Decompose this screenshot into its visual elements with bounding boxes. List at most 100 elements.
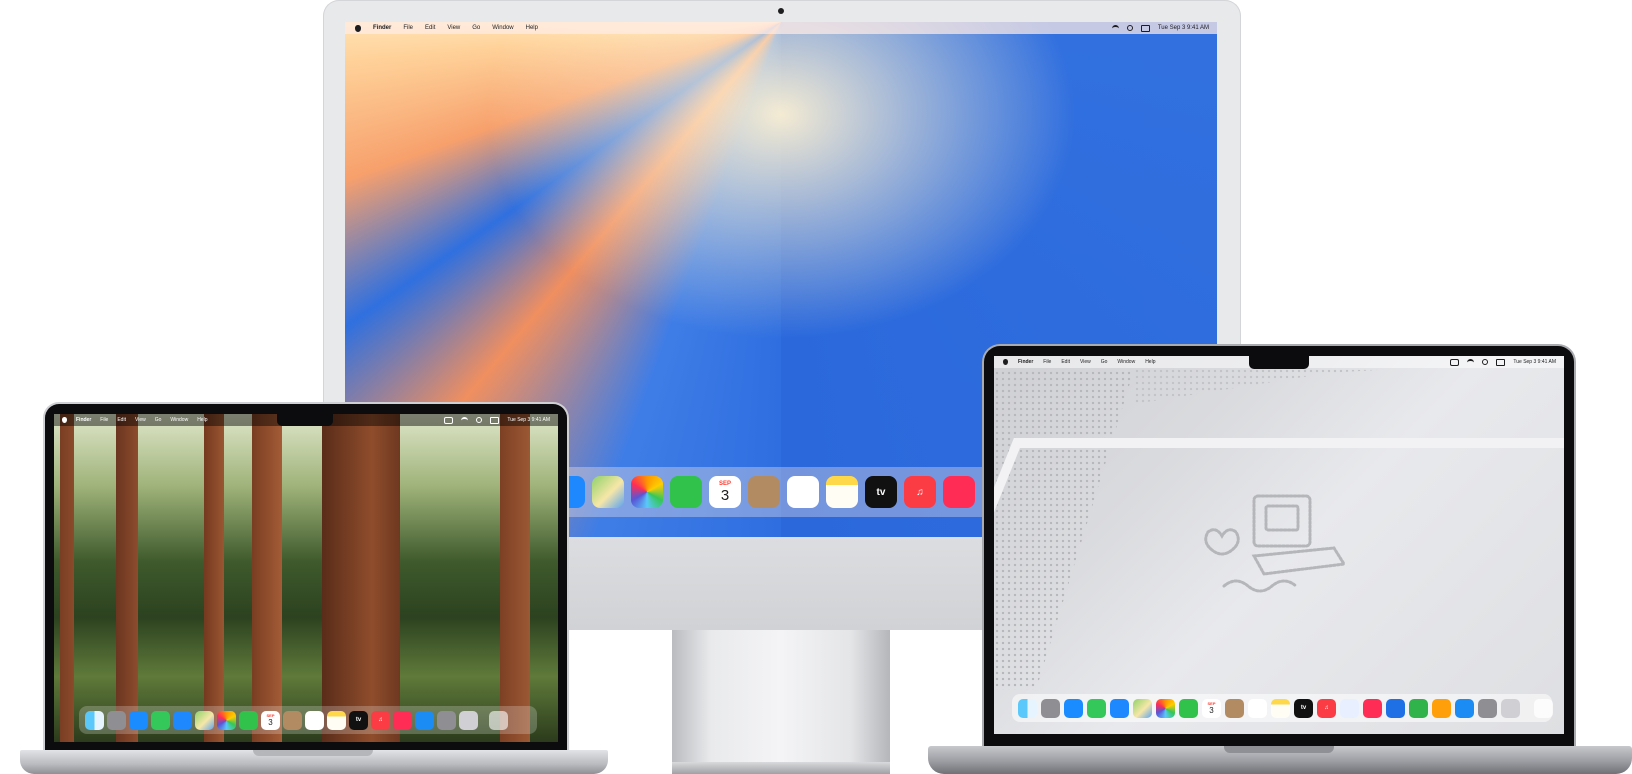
reminders-icon[interactable] xyxy=(305,710,324,730)
safari-icon[interactable] xyxy=(1064,698,1083,718)
music-icon[interactable]: ♫ xyxy=(371,710,390,730)
menu-file[interactable]: File xyxy=(403,25,413,31)
spotlight-search-icon[interactable] xyxy=(476,417,483,423)
finder-icon[interactable] xyxy=(1018,698,1037,718)
apple-menu-icon[interactable] xyxy=(355,24,361,32)
menu-help[interactable]: Help xyxy=(1145,359,1155,365)
maps-icon[interactable] xyxy=(1133,698,1152,718)
menu-window[interactable]: Window xyxy=(492,25,513,31)
menu-window[interactable]: Window xyxy=(1117,359,1135,365)
control-center-icon[interactable] xyxy=(1140,24,1150,32)
menu-app-name[interactable]: Finder xyxy=(1018,359,1033,365)
notes-icon[interactable] xyxy=(826,476,858,508)
menu-go[interactable]: Go xyxy=(472,25,480,31)
calendar-day: 3 xyxy=(268,717,273,727)
macbook-pro-screen: Finder File Edit View Go Window Help Tue… xyxy=(994,356,1564,734)
calendar-day: 3 xyxy=(1209,705,1214,715)
menu-go[interactable]: Go xyxy=(1101,359,1108,365)
photos-icon[interactable] xyxy=(631,476,663,508)
contacts-icon[interactable] xyxy=(1225,698,1244,718)
iphone-mirroring-icon[interactable] xyxy=(1501,698,1520,718)
mail-icon[interactable] xyxy=(1110,698,1129,718)
wallpaper-dot-pattern-top xyxy=(1134,368,1414,404)
launchpad-icon[interactable] xyxy=(1041,698,1060,718)
apple-tv-icon[interactable]: tv xyxy=(349,710,368,730)
keynote-app-icon[interactable] xyxy=(1386,698,1405,718)
messages-icon[interactable] xyxy=(1087,698,1106,718)
wifi-icon[interactable] xyxy=(1467,358,1475,366)
iphone-mirroring-icon[interactable] xyxy=(459,710,478,730)
facetime-icon[interactable] xyxy=(239,710,258,730)
menu-help[interactable]: Help xyxy=(526,25,538,31)
spotlight-search-icon[interactable] xyxy=(1126,25,1133,31)
safari-icon[interactable] xyxy=(129,710,148,730)
calendar-icon[interactable]: SEP 3 xyxy=(261,710,280,730)
news-icon[interactable] xyxy=(1363,698,1382,718)
menu-app-name[interactable]: Finder xyxy=(373,25,391,31)
control-center-icon[interactable] xyxy=(490,416,500,424)
menu-view[interactable]: View xyxy=(1080,359,1091,365)
system-settings-icon[interactable] xyxy=(1478,698,1497,718)
reminders-icon[interactable] xyxy=(1248,698,1267,718)
battery-icon[interactable] xyxy=(444,416,454,424)
music-icon[interactable]: ♫ xyxy=(1317,698,1336,718)
apple-tv-icon[interactable]: tv xyxy=(865,476,897,508)
macbook-air-screen: Finder File Edit View Go Window Help Tue… xyxy=(54,414,558,742)
news-icon[interactable] xyxy=(393,710,412,730)
menubar-clock[interactable]: Tue Sep 3 9:41 AM xyxy=(507,417,550,423)
macbook-air-base-notch xyxy=(253,750,373,756)
launchpad-icon[interactable] xyxy=(107,710,126,730)
wifi-icon[interactable] xyxy=(461,416,469,424)
control-center-icon[interactable] xyxy=(1496,358,1506,366)
trash-icon[interactable] xyxy=(489,710,508,730)
calendar-icon[interactable]: SEP 3 xyxy=(1202,698,1221,718)
menubar-clock[interactable]: Tue Sep 3 9:41 AM xyxy=(1513,359,1556,365)
menu-app-name[interactable]: Finder xyxy=(76,417,91,423)
menu-window[interactable]: Window xyxy=(170,417,188,423)
menu-file[interactable]: File xyxy=(100,417,108,423)
menu-view[interactable]: View xyxy=(447,25,460,31)
battery-icon[interactable] xyxy=(1450,358,1460,366)
menu-edit[interactable]: Edit xyxy=(117,417,126,423)
menubar-clock[interactable]: Tue Sep 3 9:41 AM xyxy=(1158,25,1209,31)
calendar-day: 3 xyxy=(720,487,730,504)
mail-icon[interactable] xyxy=(173,710,192,730)
trash-icon[interactable] xyxy=(1534,698,1553,718)
wifi-icon[interactable] xyxy=(1111,24,1119,32)
finder-icon[interactable] xyxy=(85,710,104,730)
menu-go[interactable]: Go xyxy=(155,417,162,423)
system-settings-icon[interactable] xyxy=(437,710,456,730)
facetime-icon[interactable] xyxy=(670,476,702,508)
contacts-icon[interactable] xyxy=(283,710,302,730)
reminders-icon[interactable] xyxy=(787,476,819,508)
menu-edit[interactable]: Edit xyxy=(1061,359,1070,365)
imac-menubar: Finder File Edit View Go Window Help Tue… xyxy=(345,22,1217,34)
messages-icon[interactable] xyxy=(151,710,170,730)
apple-menu-icon[interactable] xyxy=(62,417,67,423)
menu-edit[interactable]: Edit xyxy=(425,25,435,31)
numbers-icon[interactable] xyxy=(1409,698,1428,718)
spotlight-search-icon[interactable] xyxy=(1482,359,1489,365)
apple-tv-icon[interactable]: tv xyxy=(1294,698,1313,718)
facetime-icon[interactable] xyxy=(1179,698,1198,718)
pages-icon[interactable] xyxy=(1432,698,1451,718)
apple-menu-icon[interactable] xyxy=(1003,359,1008,365)
news-icon[interactable] xyxy=(943,476,975,508)
menu-help[interactable]: Help xyxy=(197,417,207,423)
menu-file[interactable]: File xyxy=(1043,359,1051,365)
notes-icon[interactable] xyxy=(1271,698,1290,718)
photos-icon[interactable] xyxy=(217,710,236,730)
camera-notch xyxy=(1249,356,1309,369)
photos-icon[interactable] xyxy=(1156,698,1175,718)
maps-icon[interactable] xyxy=(592,476,624,508)
keynote-icon[interactable] xyxy=(1340,698,1359,718)
menu-view[interactable]: View xyxy=(135,417,146,423)
calendar-icon[interactable]: SEP 3 xyxy=(709,476,741,508)
contacts-icon[interactable] xyxy=(748,476,780,508)
apple-tv-label: tv xyxy=(876,486,886,498)
app-store-icon[interactable] xyxy=(1455,698,1474,718)
app-store-icon[interactable] xyxy=(415,710,434,730)
maps-icon[interactable] xyxy=(195,710,214,730)
music-icon[interactable]: ♫ xyxy=(904,476,936,508)
notes-icon[interactable] xyxy=(327,710,346,730)
